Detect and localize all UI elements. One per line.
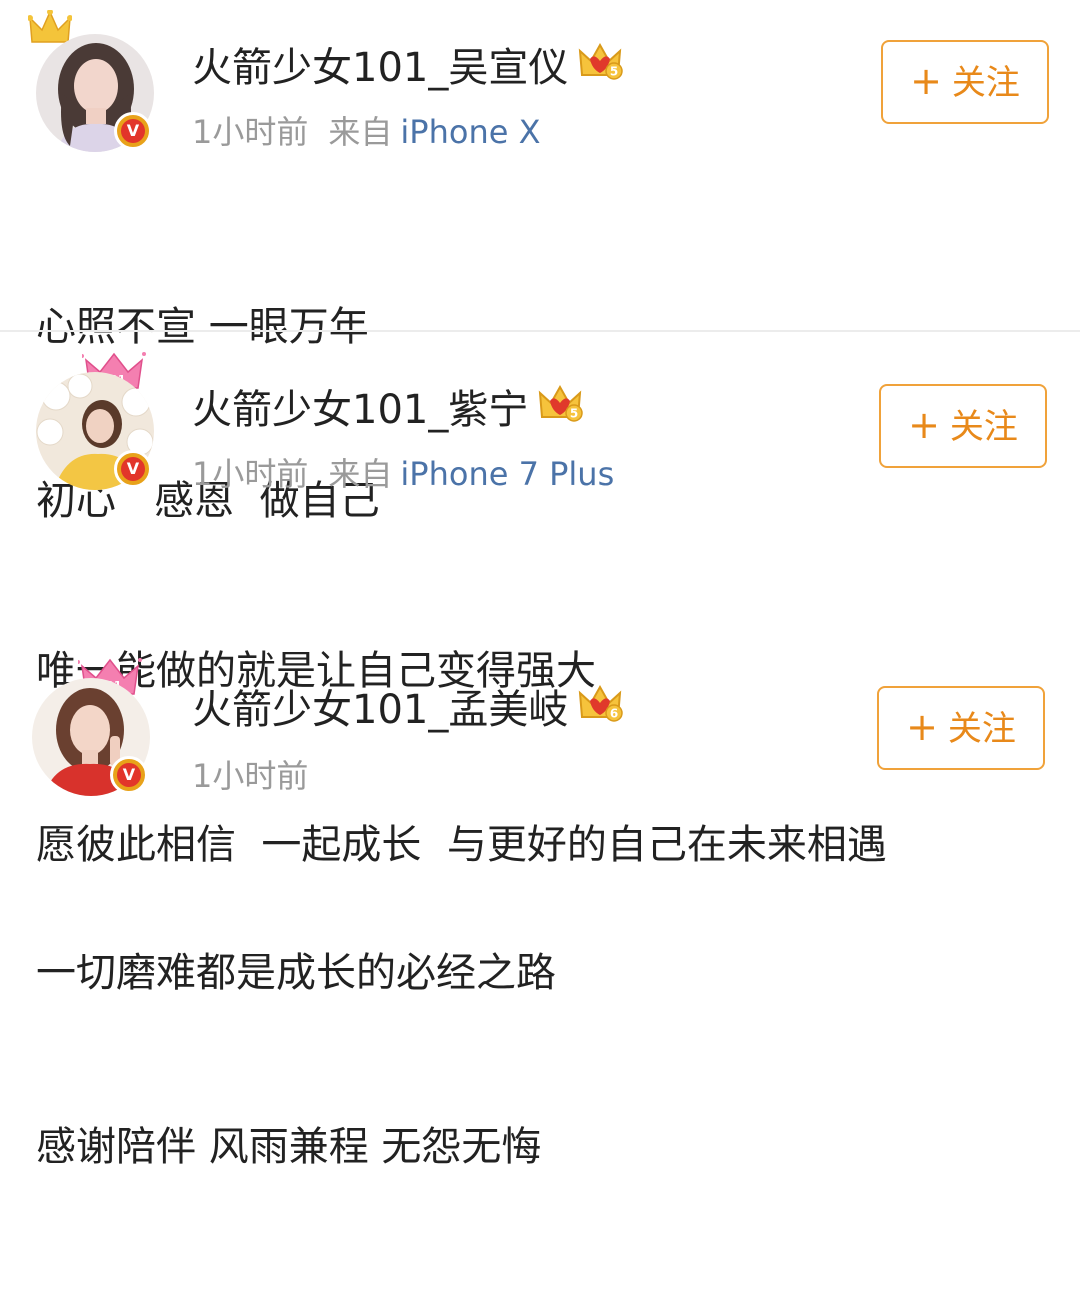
username[interactable]: 火箭少女101_吴宣仪 5: [192, 41, 624, 96]
content-line: 一切磨难都是成长的必经之路: [36, 950, 556, 996]
avatar-2[interactable]: 101 V: [24, 352, 174, 504]
vip-crown-icon: 5: [538, 383, 584, 434]
svg-text:5: 5: [570, 406, 578, 420]
content-line: 感谢陪伴 风雨兼程 无怨无悔: [36, 1124, 542, 1170]
username[interactable]: 火箭少女101_紫宁 5: [192, 383, 584, 438]
follow-button[interactable]: + 关注: [879, 384, 1047, 468]
post-content: 一切磨难都是成长的必经之路 感谢陪伴 风雨兼程 无怨无悔: [36, 828, 556, 1292]
post-2: 101 V 火箭少女101_紫宁: [0, 332, 1080, 868]
plus-icon: +: [906, 705, 938, 749]
svg-text:5: 5: [610, 64, 618, 78]
plus-icon: +: [910, 59, 942, 103]
follow-button[interactable]: + 关注: [881, 40, 1049, 124]
post-3: 101 V 火箭少女101_孟美岐 6: [0, 650, 1080, 1170]
follow-label: 关注: [951, 63, 1020, 103]
post-meta: 1小时前: [192, 756, 308, 796]
source-device[interactable]: iPhone 7 Plus: [400, 455, 614, 493]
avatar-1[interactable]: V: [24, 10, 174, 166]
post-1: V 火箭少女101_吴宣仪 5 1小时前 来自 iPhone X + 关注 心照不宣 …: [0, 0, 1080, 524]
post-meta: 1小时前 来自 iPhone X: [192, 112, 541, 152]
post-time: 1小时前: [192, 113, 309, 151]
username-text: 火箭少女101_孟美岐: [192, 687, 569, 733]
follow-label: 关注: [949, 407, 1018, 447]
source-label: 来自: [328, 113, 393, 151]
verified-v-icon: V: [114, 112, 152, 150]
username-text: 火箭少女101_吴宣仪: [192, 45, 569, 91]
source-label: 来自: [328, 455, 393, 493]
post-meta: 1小时前 来自 iPhone 7 Plus: [192, 454, 614, 494]
plus-icon: +: [908, 403, 940, 447]
source-device[interactable]: iPhone X: [400, 113, 540, 151]
verified-v-icon: V: [110, 756, 148, 794]
post-time: 1小时前: [192, 757, 309, 795]
vip-crown-icon: 6: [578, 683, 624, 734]
username-text: 火箭少女101_紫宁: [192, 387, 529, 433]
post-time: 1小时前: [192, 455, 309, 493]
verified-v-icon: V: [114, 450, 152, 488]
svg-text:6: 6: [610, 706, 618, 720]
follow-button[interactable]: + 关注: [877, 686, 1045, 770]
avatar-3[interactable]: 101 V: [20, 658, 170, 810]
vip-crown-icon: 5: [578, 41, 624, 92]
follow-label: 关注: [947, 709, 1016, 749]
username[interactable]: 火箭少女101_孟美岐 6: [192, 683, 624, 738]
